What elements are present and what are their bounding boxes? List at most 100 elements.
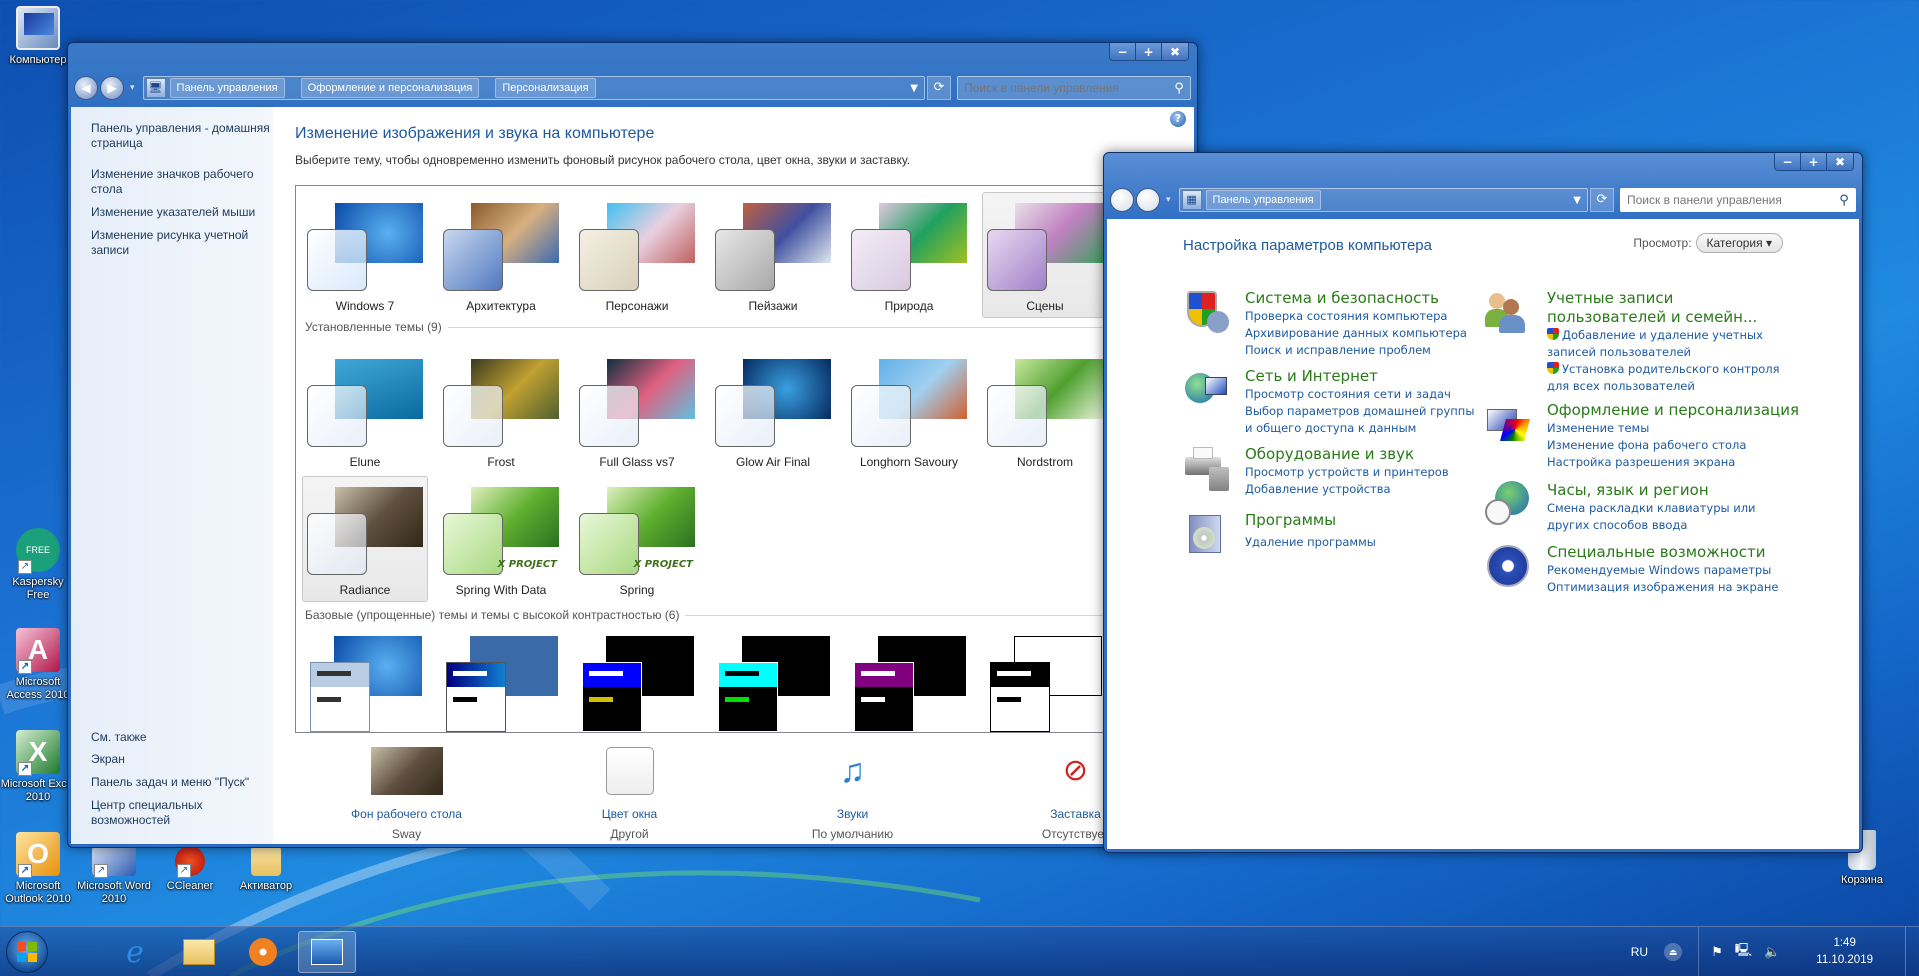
basic-theme-item[interactable] (310, 636, 436, 732)
basic-theme-item[interactable] (718, 636, 844, 732)
desktop-icon-access[interactable]: A ↗ Microsoft Access 2010 (0, 628, 76, 702)
address-dropdown-icon[interactable]: ▼ (910, 83, 918, 94)
taskbar-control-panel[interactable] (298, 931, 356, 973)
basic-theme-item[interactable] (990, 636, 1116, 732)
personalization-icon: 🖥 (145, 78, 166, 98)
clock[interactable]: 1:49 11.10.2019 (1816, 935, 1873, 969)
desktop-icon-excel[interactable]: X ↗ Microsoft Excel 2010 (0, 730, 76, 804)
view-dropdown[interactable]: Категория ▾ (1695, 233, 1783, 253)
close-button[interactable]: ✖ (1162, 43, 1188, 60)
address-bar[interactable]: ▦ Панель управления ▼ (1178, 188, 1588, 212)
minimize-button[interactable]: − (1110, 43, 1136, 60)
desktop-icon-kaspersky[interactable]: FREE ↗ Kaspersky Free (0, 528, 76, 602)
refresh-button[interactable]: ⟳ (927, 76, 951, 100)
see-also-display[interactable]: Экран (91, 752, 249, 767)
volume-icon[interactable]: 🔈 (1764, 944, 1780, 960)
theme-item-selected[interactable]: Radiance (302, 476, 428, 602)
theme-item[interactable]: Персонажи (574, 192, 700, 318)
help-icon[interactable]: ? (1170, 111, 1186, 127)
maximize-button[interactable]: + (1136, 43, 1162, 60)
shortcut-arrow-icon: ↗ (177, 864, 191, 878)
theme-item[interactable]: Full Glass vs7 (574, 348, 700, 474)
page-subtitle: Выберите тему, чтобы одновременно измени… (295, 153, 911, 167)
kaspersky-icon: FREE ↗ (16, 528, 60, 574)
search-input[interactable] (1621, 189, 1833, 211)
theme-item[interactable]: Elune (302, 348, 428, 474)
breadcrumb-control-panel[interactable]: Панель управления (169, 78, 285, 98)
breadcrumb-personalization[interactable]: Персонализация (495, 78, 596, 98)
desktop-icon-outlook[interactable]: O ↗ Microsoft Outlook 2010 (0, 832, 76, 906)
theme-item[interactable]: Windows 7 (302, 192, 428, 318)
window-color-setting[interactable]: Цвет окна Другой (518, 747, 741, 841)
language-indicator[interactable]: RU (1631, 945, 1648, 959)
back-button[interactable]: ◀ (74, 76, 98, 100)
network-icon[interactable]: 🖳 (1735, 941, 1752, 963)
theme-item[interactable]: Longhorn Savoury (846, 348, 972, 474)
breadcrumb-control-panel[interactable]: Панель управления (1205, 190, 1321, 210)
desktop-icon-word[interactable]: ↗ Microsoft Word 2010 (76, 846, 152, 906)
taskbar-internet-explorer[interactable]: e (106, 931, 164, 973)
sidebar-link-account-picture[interactable]: Изменение рисунка учетной записи (91, 228, 273, 258)
xproject-label: X PROJECT (497, 559, 557, 570)
theme-color-swatch (987, 385, 1047, 447)
action-center-flag-icon[interactable]: ⚑ (1711, 944, 1723, 960)
personalization-window: − + ✖ ◀ ▶ ▾ 🖥 Панель управления Оформлен… (67, 42, 1198, 848)
theme-item[interactable]: Nordstrom (982, 348, 1108, 474)
show-hidden-icons-button[interactable]: ⏏ (1664, 943, 1683, 961)
address-bar[interactable]: 🖥 Панель управления Оформление и персона… (142, 76, 925, 100)
breadcrumb-appearance[interactable]: Оформление и персонализация (300, 78, 480, 98)
search-icon[interactable]: ⚲ (1168, 81, 1190, 96)
recent-pages-dropdown[interactable]: ▾ (130, 83, 135, 93)
minimize-button[interactable]: − (1775, 153, 1801, 170)
sidebar-link-home[interactable]: Панель управления - домашняя страница (91, 121, 273, 151)
theme-item[interactable]: X PROJECT Spring With Data (438, 476, 564, 602)
forward-button[interactable] (1136, 188, 1160, 212)
theme-item[interactable]: Пейзажи (710, 192, 836, 318)
forward-button[interactable]: ▶ (100, 76, 124, 100)
taskbar: e RU ⏏ ⚑ 🖳 🔈 1:49 11.10.2019 (0, 926, 1919, 976)
back-button[interactable] (1110, 188, 1134, 212)
theme-item[interactable]: Сцены (982, 192, 1108, 318)
see-also-taskbar[interactable]: Панель задач и меню "Пуск" (91, 775, 249, 790)
see-also-ease-of-access[interactable]: Центр специальных возможностей (91, 798, 221, 828)
desktop-background-setting[interactable]: Фон рабочего стола Sway (295, 747, 518, 841)
refresh-button[interactable]: ⟳ (1590, 188, 1614, 212)
sidebar-link-mouse-pointers[interactable]: Изменение указателей мыши (91, 205, 273, 220)
theme-item[interactable]: Природа (846, 192, 972, 318)
internet-explorer-icon: e (126, 934, 144, 970)
sidebar-link-desktop-icons[interactable]: Изменение значков рабочего стола (91, 167, 273, 197)
search-input[interactable] (958, 77, 1168, 99)
category-network: Сеть и Интернет Просмотр состояния сети … (1183, 367, 1475, 437)
sounds-icon: ♫ (839, 752, 866, 790)
theme-item[interactable]: X PROJECT Spring (574, 476, 700, 602)
desktop-icon-computer[interactable]: Компьютер (0, 6, 76, 67)
start-button[interactable] (6, 931, 48, 973)
category-appearance: Оформление и персонализация Изменение те… (1485, 401, 1799, 471)
system-tray: RU ⏏ ⚑ 🖳 🔈 1:49 11.10.2019 (1631, 927, 1919, 976)
show-desktop-button[interactable] (1905, 927, 1919, 976)
theme-color-swatch (715, 385, 775, 447)
search-box[interactable]: ⚲ (957, 76, 1191, 100)
taskbar-media-player[interactable] (234, 931, 292, 973)
address-dropdown-icon[interactable]: ▼ (1573, 195, 1581, 206)
windows-logo-icon (17, 942, 37, 962)
taskbar-explorer[interactable] (170, 931, 228, 973)
recent-pages-dropdown[interactable]: ▾ (1166, 195, 1171, 205)
basic-theme-item[interactable] (854, 636, 980, 732)
basic-theme-item[interactable] (582, 636, 708, 732)
search-icon[interactable]: ⚲ (1833, 193, 1855, 208)
category-hardware-sound: Оборудование и звук Просмотр устройств и… (1183, 445, 1449, 498)
theme-item[interactable]: Glow Air Final (710, 348, 836, 474)
access-icon: A ↗ (16, 628, 60, 674)
search-box[interactable]: ⚲ (1620, 188, 1856, 212)
maximize-button[interactable]: + (1801, 153, 1827, 170)
shortcut-arrow-icon: ↗ (18, 560, 32, 574)
desktop-icon-ccleaner[interactable]: ↗ CCleaner (152, 846, 228, 893)
close-button[interactable]: ✖ (1827, 153, 1853, 170)
basic-theme-item[interactable] (446, 636, 572, 732)
desktop-icon-activator[interactable]: Активатор (228, 846, 304, 893)
control-panel-window: − + ✖ ▾ ▦ Панель управления ▼ ⟳ ⚲ Настро… (1103, 152, 1863, 853)
sounds-setting[interactable]: ♫ Звуки По умолчанию (741, 747, 964, 841)
theme-item[interactable]: Frost (438, 348, 564, 474)
theme-item[interactable]: Архитектура (438, 192, 564, 318)
